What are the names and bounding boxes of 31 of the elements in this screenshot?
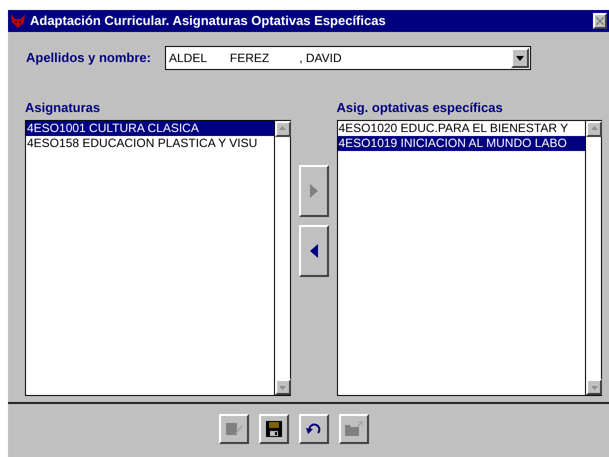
list-label: Asignaturas xyxy=(25,99,102,117)
fox-head-icon xyxy=(10,13,26,29)
undo-arrow-icon xyxy=(306,422,322,434)
save-button[interactable] xyxy=(258,414,288,444)
student-label: Apellidos y nombre: xyxy=(26,49,151,68)
right-triangle-icon xyxy=(310,184,318,198)
list-item[interactable]: 4ESO158 EDUCACION PLASTICA Y VISU xyxy=(26,136,274,150)
student-combo-box[interactable]: ALDEL FEREZ , DAVID xyxy=(164,46,531,70)
scroll-arrow-button[interactable] xyxy=(274,120,290,136)
list-box[interactable]: 4ESO1001 CULTURA CLASICA 4ESO158 EDUCACION PLASTICA Y VISU xyxy=(25,120,290,396)
scroll-arrow-button[interactable] xyxy=(274,378,290,394)
scroll-arrow-button[interactable] xyxy=(586,120,602,136)
list-item[interactable]: 4ESO1001 CULTURA CLASICA xyxy=(26,120,274,136)
list-item[interactable]: 4ESO1019 INICIACION AL MUNDO LABO xyxy=(338,136,585,150)
up-arrow-icon xyxy=(279,126,286,132)
list-item[interactable]: 4ESO1020 EDUC.PARA EL BIENESTAR Y xyxy=(338,120,585,136)
scroll-arrow-button[interactable] xyxy=(586,378,602,394)
window-title: Adaptación Curricular. Asignaturas Optativas Específicas xyxy=(30,12,387,30)
dropdown-caret-icon xyxy=(516,56,524,60)
list-label: Asig. optativas específicas xyxy=(336,99,504,117)
undo-button[interactable] xyxy=(298,414,328,444)
down-arrow-icon xyxy=(590,384,598,390)
up-arrow-icon xyxy=(590,126,598,132)
down-arrow-icon xyxy=(279,384,286,390)
list-box[interactable]: 4ESO1020 EDUC.PARA EL BIENESTAR Y 4ESO1019 INICIACION AL MUNDO LABO xyxy=(336,120,602,396)
close-button[interactable] xyxy=(593,13,607,29)
document-pencil-icon xyxy=(224,420,242,436)
close-icon xyxy=(596,17,604,25)
left-triangle-icon xyxy=(310,244,318,258)
move-left-button[interactable] xyxy=(298,225,328,277)
folder-icon xyxy=(344,420,362,436)
